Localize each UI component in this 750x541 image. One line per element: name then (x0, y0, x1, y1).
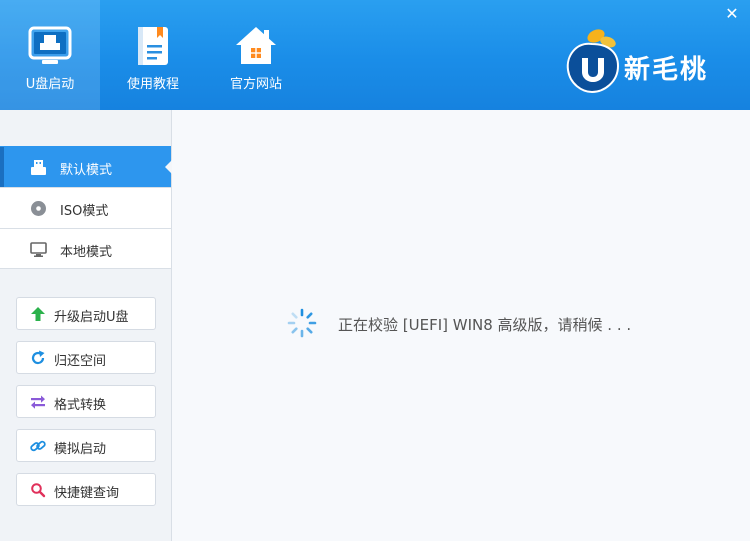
tab-tutorial[interactable]: 使用教程 (103, 0, 203, 110)
usb-drive-icon (31, 160, 46, 175)
usb-monitor-icon (28, 26, 72, 64)
mode-default-label: 默认模式 (60, 163, 113, 178)
book-icon (138, 27, 168, 65)
tab-usb-boot-label: U盘启动 (25, 77, 75, 92)
mode-iso-label: ISO模式 (60, 204, 109, 219)
search-icon (31, 483, 46, 498)
mode-local-label: 本地模式 (60, 245, 113, 260)
tab-official-site[interactable]: 官方网站 (206, 0, 306, 110)
up-arrow-icon (31, 307, 45, 321)
loading-spinner-icon (287, 308, 317, 338)
hotkey-lookup-label: 快捷键查询 (54, 486, 120, 501)
upgrade-usb-button[interactable]: 升级启动U盘 (16, 297, 156, 330)
tab-official-site-label: 官方网站 (229, 77, 282, 92)
simulate-boot-label: 模拟启动 (54, 442, 107, 457)
brand-logo: 新毛桃 (564, 28, 734, 94)
restore-space-label: 归还空间 (54, 354, 107, 369)
restore-space-button[interactable]: 归还空间 (16, 341, 156, 374)
main-panel: 正在校验 [UEFI] WIN8 高级版，请稍候 . . . (172, 110, 750, 541)
format-convert-label: 格式转换 (54, 398, 107, 413)
sidebar: 默认模式 ISO模式 本地模式 升级启动U盘 归还空间 格式转换 模拟启动 快捷… (0, 110, 172, 541)
link-icon (30, 440, 46, 452)
home-icon (236, 27, 276, 64)
top-toolbar: U盘启动 使用教程 官方网站 ✕ 新毛桃 (0, 0, 750, 110)
app-window: U盘启动 使用教程 官方网站 ✕ 新毛桃 默认模式 ISO模式 本地模式 升级启… (0, 0, 750, 541)
upgrade-usb-label: 升级启动U盘 (54, 310, 129, 325)
mode-iso[interactable]: ISO模式 (0, 187, 171, 228)
hotkey-lookup-button[interactable]: 快捷键查询 (16, 473, 156, 506)
peach-logo-icon (566, 29, 620, 94)
tab-tutorial-label: 使用教程 (126, 77, 179, 92)
monitor-icon (30, 242, 47, 257)
mode-list: 默认模式 ISO模式 本地模式 (0, 146, 172, 269)
active-indicator (0, 147, 4, 187)
format-convert-button[interactable]: 格式转换 (16, 385, 156, 418)
swap-arrows-icon (31, 395, 45, 409)
mode-default[interactable]: 默认模式 (0, 146, 172, 187)
brand-name: 新毛桃 (624, 55, 709, 85)
close-button[interactable]: ✕ (722, 4, 742, 24)
status-message: 正在校验 [UEFI] WIN8 高级版，请稍候 . . . (338, 316, 632, 334)
tab-usb-boot[interactable]: U盘启动 (0, 0, 100, 110)
simulate-boot-button[interactable]: 模拟启动 (16, 429, 156, 462)
disc-icon (31, 201, 46, 216)
refresh-icon (31, 350, 45, 365)
mode-local[interactable]: 本地模式 (0, 228, 171, 269)
